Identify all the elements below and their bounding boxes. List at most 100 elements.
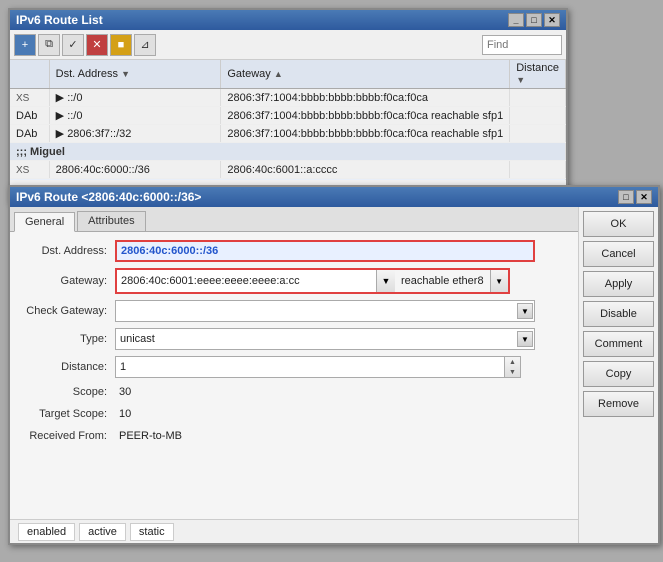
find-input[interactable] [482,35,562,55]
row-flags: DAb [10,107,49,125]
route-list-titlebar: IPv6 Route List _ □ ✕ [10,10,566,30]
distance-spin-up[interactable]: ▲ [505,357,520,367]
type-select-wrapper: unicast ▼ [115,328,535,350]
sort-arrow-distance: ▼ [516,75,525,85]
detail-sidebar: OK Cancel Apply Disable Comment Copy Rem… [578,207,658,543]
row-gateway: 2806:3f7:1004:bbbb:bbbb:bbbb:f0ca:f0ca r… [221,107,510,125]
row-dst: ▶ ::/0 [49,89,221,107]
type-row: Type: unicast ▼ [20,328,568,350]
col-header-gateway[interactable]: Gateway ▲ [221,60,510,89]
route-table: Dst. Address ▼ Gateway ▲ Distance ▼ XS ▶… [10,60,566,180]
check-gateway-label: Check Gateway: [20,305,115,317]
scope-value: 30 [115,384,135,400]
route-table-container: Dst. Address ▼ Gateway ▲ Distance ▼ XS ▶… [10,60,566,180]
sort-arrow-gateway: ▲ [274,69,283,79]
route-detail-window-controls: □ ✕ [618,190,652,204]
col-header-distance[interactable]: Distance ▼ [510,60,566,89]
distance-input[interactable] [115,356,505,378]
delete-button[interactable]: ✕ [86,34,108,56]
sort-arrow-dst: ▼ [121,69,130,79]
row-dst: 2806:40c:6000::/36 [49,161,221,179]
remove-button[interactable]: Remove [583,391,654,417]
target-scope-label: Target Scope: [20,408,115,420]
tab-bar: General Attributes [10,207,578,232]
gateway-label: Gateway: [20,275,115,287]
status-enabled: enabled [18,523,75,541]
dst-address-row: Dst. Address: [20,240,568,262]
check-gateway-select[interactable] [115,300,535,322]
cancel-button[interactable]: Cancel [583,241,654,267]
reachable-dropdown-button[interactable]: ▼ [490,270,508,292]
comment-label: ;;; Ruta para Router Admin 1 [10,179,566,181]
scope-row: Scope: 30 [20,384,568,400]
target-scope-value: 10 [115,406,135,422]
gateway-row: Gateway: ▼ reachable ether8 ▼ [20,268,568,294]
close-detail-button[interactable]: ✕ [636,190,652,204]
group-header-row: ;;; Miguel [10,143,566,161]
copy-toolbar-button[interactable]: ⧉ [38,34,60,56]
distance-spin-down[interactable]: ▼ [505,367,520,377]
row-dst: ▶ 2806:3f7::/32 [49,125,221,143]
comment-button[interactable]: Comment [583,331,654,357]
status-active: active [79,523,126,541]
row-dist [510,89,566,107]
group-label: ;;; Miguel [10,143,566,161]
close-button[interactable]: ✕ [544,13,560,27]
table-row[interactable]: DAb ▶ ::/0 2806:3f7:1004:bbbb:bbbb:bbbb:… [10,107,566,125]
comment-row: ;;; Ruta para Router Admin 1 [10,179,566,181]
row-dist [510,107,566,125]
tab-attributes[interactable]: Attributes [77,211,145,231]
dst-address-input[interactable] [115,240,535,262]
reachable-text: reachable ether8 [395,270,490,292]
row-gateway: 2806:3f7:1004:bbbb:bbbb:bbbb:f0ca:f0ca [221,89,510,107]
detail-main: General Attributes Dst. Address: Gateway… [10,207,578,543]
distance-spinner[interactable]: ▲ ▼ [505,356,521,378]
received-from-value: PEER-to-MB [115,428,186,444]
col-header-dst[interactable]: Dst. Address ▼ [49,60,221,89]
table-row[interactable]: XS ▶ ::/0 2806:3f7:1004:bbbb:bbbb:bbbb:f… [10,89,566,107]
check-gateway-select-wrapper: ▼ [115,300,535,322]
row-dist [510,161,566,179]
table-row[interactable]: DAb ▶ 2806:3f7::/32 2806:3f7:1004:bbbb:b… [10,125,566,143]
distance-input-wrapper: ▲ ▼ [115,356,521,378]
route-detail-window: IPv6 Route <2806:40c:6000::/36> □ ✕ Gene… [8,185,660,545]
minimize-button[interactable]: _ [508,13,524,27]
check-button[interactable]: ✓ [62,34,84,56]
add-button[interactable]: + [14,34,36,56]
copy-button[interactable]: Copy [583,361,654,387]
row-flags: DAb [10,125,49,143]
disable-button[interactable]: Disable [583,301,654,327]
row-dst: ▶ ::/0 [49,107,221,125]
route-detail-titlebar: IPv6 Route <2806:40c:6000::/36> □ ✕ [10,187,658,207]
col-header-flags [10,60,49,89]
table-row[interactable]: XS 2806:40c:6000::/36 2806:40c:6001::a:c… [10,161,566,179]
filter-button[interactable]: ⊿ [134,34,156,56]
comment-toolbar-button[interactable]: ■ [110,34,132,56]
target-scope-row: Target Scope: 10 [20,406,568,422]
route-list-title: IPv6 Route List [16,13,103,27]
ok-button[interactable]: OK [583,211,654,237]
row-gateway: 2806:3f7:1004:bbbb:bbbb:bbbb:f0ca:f0ca r… [221,125,510,143]
apply-button[interactable]: Apply [583,271,654,297]
maximize-button[interactable]: □ [526,13,542,27]
received-from-label: Received From: [20,430,115,442]
status-static: static [130,523,174,541]
row-dist [510,125,566,143]
type-select[interactable]: unicast [115,328,535,350]
detail-body: General Attributes Dst. Address: Gateway… [10,207,658,543]
received-from-row: Received From: PEER-to-MB [20,428,568,444]
minimize-detail-button[interactable]: □ [618,190,634,204]
distance-row: Distance: ▲ ▼ [20,356,568,378]
gateway-input[interactable] [117,270,377,292]
check-gateway-row: Check Gateway: ▼ [20,300,568,322]
distance-label: Distance: [20,361,115,373]
route-list-window-controls: _ □ ✕ [508,13,560,27]
gateway-dropdown-button[interactable]: ▼ [377,270,395,292]
route-list-window: IPv6 Route List _ □ ✕ + ⧉ ✓ ✕ ■ ⊿ Dst. A… [8,8,568,203]
tab-general[interactable]: General [14,212,75,232]
form-area: Dst. Address: Gateway: ▼ reachable ether… [10,232,578,519]
route-list-toolbar: + ⧉ ✓ ✕ ■ ⊿ [10,30,566,60]
row-gateway: 2806:40c:6001::a:cccc [221,161,510,179]
dst-address-label: Dst. Address: [20,245,115,257]
scope-label: Scope: [20,386,115,398]
